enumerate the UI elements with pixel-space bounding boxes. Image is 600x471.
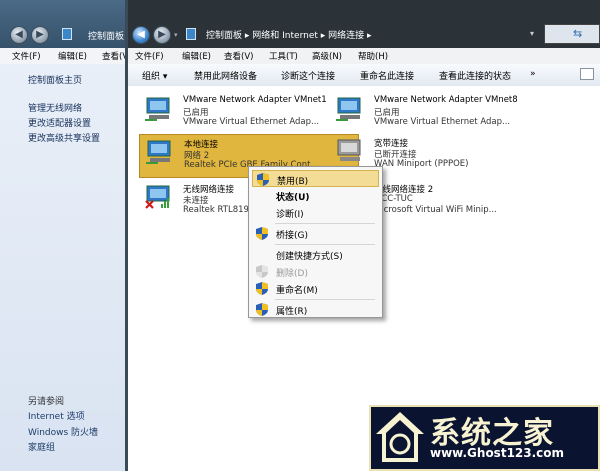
- refresh-search-box[interactable]: ⇆: [544, 24, 600, 44]
- forward-arrow-icon[interactable]: ▶: [153, 26, 171, 44]
- uac-shield-icon: [257, 173, 269, 186]
- back-arrow-icon[interactable]: ◀: [132, 26, 150, 44]
- connection-vmnet1[interactable]: VMware Network Adapter VMnet1 已启用 VMware…: [139, 92, 339, 136]
- view-status-button[interactable]: 查看此连接的状态: [439, 69, 511, 82]
- sidebar-link-adapter-settings[interactable]: 更改适配器设置: [28, 116, 91, 129]
- menu-item-disable[interactable]: 禁用(B): [252, 170, 379, 187]
- rename-connection-button[interactable]: 重命名此连接: [360, 69, 414, 82]
- menu-item-label: 桥接(G): [276, 231, 308, 241]
- menu-view[interactable]: 查看(V): [224, 50, 253, 62]
- network-adapter-icon: [145, 97, 170, 121]
- menu-separator: [275, 223, 375, 224]
- breadcrumb-network-connections[interactable]: 网络连接: [328, 31, 364, 41]
- menu-item-delete: 删除(D): [252, 263, 379, 280]
- chevron-down-icon[interactable]: ▾: [174, 31, 178, 39]
- see-also-internet-options[interactable]: Internet 选项: [28, 409, 85, 422]
- see-also-title: 另请参阅: [28, 397, 65, 407]
- menu-item-label: 属性(R): [276, 307, 308, 317]
- see-also-windows-firewall[interactable]: Windows 防火墙: [28, 425, 98, 438]
- menu-item-label: 禁用(B): [277, 177, 309, 187]
- organize-label: 组织: [142, 72, 161, 82]
- control-panel-icon: [186, 28, 196, 40]
- menu-item-status[interactable]: 状态(U): [252, 187, 379, 204]
- connection-vmnet8[interactable]: VMware Network Adapter VMnet8 已启用 VMware…: [330, 92, 530, 136]
- back-breadcrumb[interactable]: 控制面板: [88, 29, 124, 42]
- view-options-icon[interactable]: [580, 68, 594, 80]
- menu-file[interactable]: 文件(F): [135, 50, 164, 62]
- diagnose-connection-button[interactable]: 诊断这个连接: [281, 69, 335, 82]
- breadcrumb-network-internet[interactable]: 网络和 Internet: [252, 31, 318, 41]
- menu-advanced[interactable]: 高级(N): [312, 50, 342, 62]
- disable-device-button[interactable]: 禁用此网络设备: [194, 69, 257, 82]
- wireless-adapter-icon: [145, 185, 170, 209]
- menu-item-label: 重命名(M): [276, 286, 318, 296]
- menu-item-label: 创建快捷方式(S): [276, 252, 343, 262]
- control-panel-icon: [62, 28, 72, 40]
- menu-edit[interactable]: 编辑(E): [182, 50, 211, 62]
- breadcrumb-control-panel[interactable]: 控制面板: [206, 31, 242, 41]
- sidebar-link-manage-wireless[interactable]: 管理无线网络: [28, 101, 82, 114]
- context-menu: 禁用(B) 状态(U) 诊断(I) 桥接(G) 创建快捷方式(S) 删除(D) …: [248, 166, 383, 318]
- broadband-icon: [337, 139, 361, 161]
- back-menu-edit[interactable]: 编辑(E): [58, 50, 87, 62]
- front-menubar: 文件(F) 编辑(E) 查看(V) 工具(T) 高级(N) 帮助(H): [128, 48, 600, 64]
- back-menubar: 文件(F) 编辑(E) 查看(V): [0, 48, 131, 65]
- breadcrumb-separator-icon[interactable]: ▸: [367, 31, 372, 41]
- sidebar-home-link[interactable]: 控制面板主页: [28, 73, 82, 86]
- uac-shield-icon: [256, 303, 268, 316]
- organize-button[interactable]: 组织 ▾: [142, 69, 167, 82]
- back-menu-file[interactable]: 文件(F): [12, 50, 41, 62]
- chevron-down-icon: ▾: [162, 72, 168, 82]
- menu-item-properties[interactable]: 属性(R): [252, 301, 379, 318]
- command-toolbar: 组织 ▾ 禁用此网络设备 诊断这个连接 重命名此连接 查看此连接的状态 »: [128, 64, 600, 87]
- see-also-homegroup[interactable]: 家庭组: [28, 440, 55, 453]
- uac-shield-icon: [256, 227, 268, 240]
- connection-device: VMware Virtual Ethernet Adap...: [183, 117, 320, 127]
- forward-arrow-icon[interactable]: ▶: [31, 26, 49, 44]
- menu-help[interactable]: 帮助(H): [358, 50, 388, 62]
- menu-separator: [275, 244, 375, 245]
- menu-item-create-shortcut[interactable]: 创建快捷方式(S): [252, 246, 379, 263]
- network-adapter-icon: [336, 97, 361, 121]
- connection-name: VMware Network Adapter VMnet8: [374, 95, 518, 105]
- connection-device: Realtek RTL819...: [183, 205, 258, 215]
- menu-item-label: 状态(U): [276, 193, 310, 203]
- back-arrow-icon[interactable]: ◀: [10, 26, 28, 44]
- menu-item-rename[interactable]: 重命名(M): [252, 280, 379, 297]
- menu-item-diagnose[interactable]: 诊断(I): [252, 204, 379, 221]
- sidebar-link-sharing-settings[interactable]: 更改高级共享设置: [28, 131, 100, 144]
- connection-device: Microsoft Virtual WiFi Minip...: [374, 205, 497, 215]
- connection-name: VMware Network Adapter VMnet1: [183, 95, 327, 105]
- network-adapter-icon: [146, 140, 171, 164]
- watermark-url: www.Ghost123.com: [430, 446, 565, 460]
- menu-separator: [275, 299, 375, 300]
- front-breadcrumb: 控制面板 ▸ 网络和 Internet ▸ 网络连接 ▸: [206, 28, 372, 41]
- uac-shield-icon: [256, 265, 268, 278]
- menu-item-label: 诊断(I): [276, 210, 304, 220]
- uac-shield-icon: [256, 282, 268, 295]
- refresh-icon[interactable]: ⇆: [573, 27, 582, 40]
- connection-device: VMware Virtual Ethernet Adap...: [374, 117, 511, 127]
- menu-item-bridge[interactable]: 桥接(G): [252, 225, 379, 242]
- house-logo-icon: [376, 412, 424, 462]
- more-commands-button[interactable]: »: [530, 69, 536, 79]
- chevron-down-icon[interactable]: ▾: [530, 29, 534, 38]
- connection-device: WAN Miniport (PPPOE): [374, 159, 469, 169]
- menu-item-label: 删除(D): [276, 269, 308, 279]
- menu-tools[interactable]: 工具(T): [269, 50, 298, 62]
